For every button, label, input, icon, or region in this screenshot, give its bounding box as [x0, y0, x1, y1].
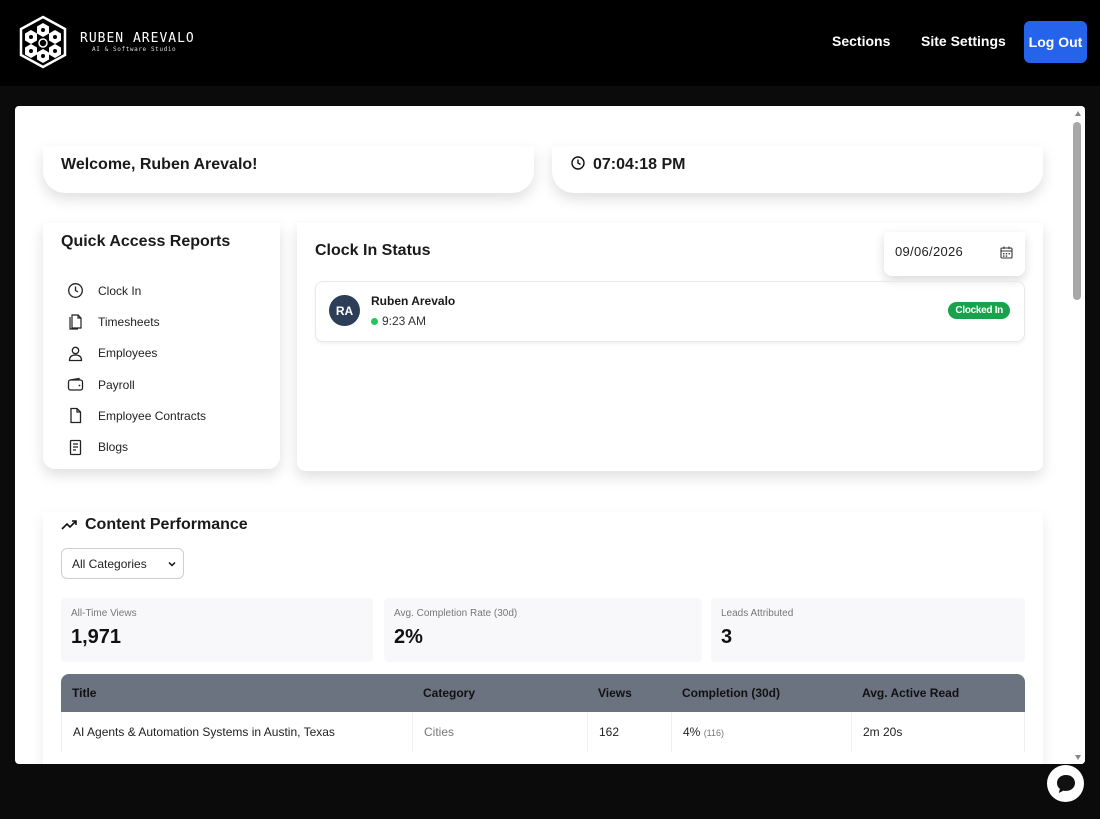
stat-label: Leads Attributed — [721, 608, 794, 619]
date-value: 09/06/2026 — [895, 244, 964, 259]
quick-access-timesheets[interactable]: Timesheets — [67, 306, 206, 337]
stat-value: 2% — [394, 626, 423, 648]
chat-button[interactable] — [1047, 765, 1084, 802]
column-header-views[interactable]: Views — [587, 674, 671, 712]
quick-access-title: Quick Access Reports — [61, 233, 231, 250]
document-icon — [70, 408, 82, 424]
brand-tagline: AI & Software Studio — [92, 46, 177, 53]
avatar: RA — [329, 295, 360, 326]
trending-up-icon — [61, 520, 77, 530]
scroll-down-arrow-icon[interactable] — [1075, 755, 1081, 760]
clock-in-time: 9:23 AM — [382, 314, 427, 328]
nav-sections-link[interactable]: Sections — [832, 33, 890, 49]
stat-label: Avg. Completion Rate (30d) — [394, 608, 518, 619]
top-navbar: RUBEN AREVALO AI & Software Studio Secti… — [0, 0, 1100, 86]
stat-value: 3 — [721, 626, 733, 648]
stat-avg-completion: Avg. Completion Rate (30d) 2% — [384, 598, 702, 662]
quick-access-employee-contracts[interactable]: Employee Contracts — [67, 400, 206, 431]
quick-access-payroll[interactable]: Payroll — [67, 369, 206, 400]
quick-access-label: Employee Contracts — [98, 408, 207, 423]
content-performance-card: Content Performance All Categories All-T… — [43, 512, 1043, 764]
cell-completion: 4% (116) — [671, 712, 851, 752]
category-select[interactable]: All Categories — [61, 548, 184, 579]
cell-views: 162 — [587, 712, 671, 752]
quick-access-label: Blogs — [98, 440, 129, 455]
welcome-message: Welcome, Ruben Arevalo! — [61, 156, 258, 173]
stat-all-time-views: All-Time Views 1,971 — [61, 598, 373, 662]
quick-access-list: Clock In Timesheets Employees Payroll Em… — [67, 275, 206, 463]
table-header-row: Title Category Views Completion (30d) Av… — [61, 674, 1025, 712]
calendar-icon[interactable] — [1000, 246, 1013, 259]
wallet-icon — [67, 377, 84, 391]
quick-access-card: Quick Access Reports Clock In Timesheets… — [43, 223, 280, 469]
column-header-avg-read[interactable]: Avg. Active Read — [851, 674, 1025, 712]
column-header-title[interactable]: Title — [61, 674, 412, 712]
logout-button[interactable]: Log Out — [1024, 21, 1087, 63]
blog-icon — [69, 439, 82, 455]
clock-icon — [68, 283, 83, 299]
welcome-card: Welcome, Ruben Arevalo! — [43, 146, 534, 193]
user-icon — [68, 346, 83, 361]
quick-access-label: Clock In — [98, 283, 142, 298]
scroll-up-arrow-icon[interactable] — [1075, 111, 1081, 116]
content-performance-table: Title Category Views Completion (30d) Av… — [61, 674, 1025, 752]
stat-value: 1,971 — [71, 626, 122, 648]
employee-name: Ruben Arevalo — [371, 294, 456, 308]
nav-site-settings-link[interactable]: Site Settings — [921, 33, 1006, 49]
employee-status-row[interactable]: RA Ruben Arevalo 9:23 AM Clocked In — [315, 281, 1025, 342]
vertical-scrollbar[interactable] — [1071, 106, 1085, 764]
table-row[interactable]: AI Agents & Automation Systems in Austin… — [61, 712, 1025, 752]
online-dot-icon — [371, 317, 378, 325]
completion-percent: 4% — [683, 725, 701, 739]
clock-in-status-card: Clock In Status 09/06/2026 RA Ruben Arev… — [297, 223, 1043, 471]
column-header-completion[interactable]: Completion (30d) — [671, 674, 851, 712]
quick-access-label: Employees — [98, 346, 158, 361]
timesheets-icon — [69, 314, 82, 331]
quick-access-blogs[interactable]: Blogs — [67, 431, 206, 462]
cell-avg-read: 2m 20s — [851, 712, 1025, 752]
quick-access-clock-in[interactable]: Clock In — [67, 275, 206, 306]
brand-name: RUBEN AREVALO — [80, 31, 195, 46]
quick-access-label: Payroll — [98, 377, 135, 392]
chat-bubble-icon — [1056, 774, 1075, 793]
content-performance-header: Content Performance — [61, 516, 248, 534]
clock-icon — [571, 156, 585, 170]
clock-in-status-title: Clock In Status — [315, 242, 431, 259]
date-picker[interactable]: 09/06/2026 — [884, 232, 1025, 276]
cell-category: Cities — [412, 712, 587, 752]
category-select-value: All Categories — [72, 556, 147, 571]
column-header-category[interactable]: Category — [412, 674, 587, 712]
content-performance-title: Content Performance — [85, 516, 248, 533]
stat-label: All-Time Views — [71, 608, 137, 619]
employee-clock-time: 9:23 AM — [371, 314, 426, 328]
quick-access-label: Timesheets — [98, 314, 160, 329]
clock-card: 07:04:18 PM — [552, 146, 1043, 193]
dashboard-panel: Welcome, Ruben Arevalo! 07:04:18 PM Quic… — [15, 106, 1085, 764]
brand-logo-icon[interactable] — [17, 15, 69, 69]
scrollbar-thumb[interactable] — [1073, 122, 1081, 300]
current-time: 07:04:18 PM — [593, 156, 686, 173]
status-badge: Clocked In — [948, 302, 1010, 319]
completion-count: (116) — [703, 728, 725, 738]
chevron-down-icon — [168, 561, 176, 567]
stat-leads-attributed: Leads Attributed 3 — [711, 598, 1025, 662]
cell-title: AI Agents & Automation Systems in Austin… — [61, 712, 412, 752]
quick-access-employees[interactable]: Employees — [67, 338, 206, 369]
